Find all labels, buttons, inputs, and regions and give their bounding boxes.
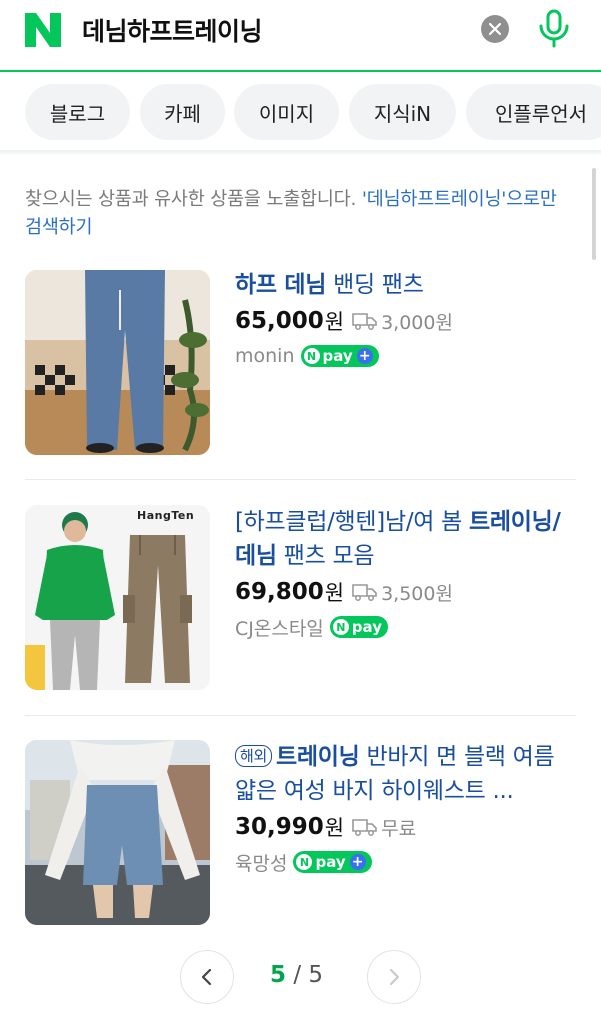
seller-name[interactable]: 육망성 [235, 849, 287, 876]
product-image[interactable] [25, 740, 210, 925]
currency-label: 원 [324, 310, 345, 334]
product-title[interactable]: 해외 트레이닝 반바지 면 블랙 여름 얇은 여성 바지 하이웨스트 ... [235, 740, 580, 808]
shipping-text: 3,000원 [381, 311, 453, 334]
search-tabs: 블로그 카페 이미지 지식iN 인플루언서 [0, 74, 601, 150]
product-image[interactable]: HangTen [25, 505, 210, 690]
next-page-button[interactable] [367, 950, 421, 1004]
title-highlight: 하프 데님 [235, 272, 327, 298]
truck-icon [352, 584, 377, 601]
truck-icon [352, 819, 377, 836]
shipping-fee: 무료 [352, 814, 416, 841]
product-item[interactable]: 해외 트레이닝 반바지 면 블랙 여름 얇은 여성 바지 하이웨스트 ... 30… [0, 738, 601, 928]
shipping-fee: 3,000원 [352, 308, 453, 335]
divider [25, 715, 576, 716]
npay-n-icon: N [332, 619, 349, 635]
npay-badge: Npay + [300, 345, 379, 367]
product-image[interactable] [25, 270, 210, 455]
chevron-right-icon [389, 968, 400, 986]
npay-label: pay [315, 853, 346, 871]
product-title[interactable]: [하프클럽/행텐]남/여 봄 트레이닝/데님 팬츠 모음 [235, 505, 580, 573]
price-row: 30,990 원 무료 [235, 810, 580, 844]
tab-image[interactable]: 이미지 [234, 84, 339, 140]
tab-blog[interactable]: 블로그 [25, 84, 130, 140]
npay-badge: Npay + [293, 851, 372, 873]
title-text: [하프클럽/행텐]남/여 봄 [235, 509, 470, 535]
page-separator: / [286, 962, 309, 988]
price-row: 65,000 원 3,000원 [235, 304, 580, 338]
search-query[interactable]: 데님하프트레이닝 [82, 12, 263, 48]
currency-label: 원 [324, 581, 345, 605]
microphone-icon[interactable] [537, 8, 571, 50]
naver-logo[interactable] [25, 13, 61, 47]
seller-name[interactable]: CJ온스타일 [235, 614, 324, 641]
product-price: 69,800 [235, 579, 324, 605]
npay-n-icon: N [303, 348, 320, 364]
npay-badge: Npay [329, 616, 388, 638]
seller-row: CJ온스타일 Npay [235, 611, 580, 643]
prev-page-button[interactable] [180, 950, 234, 1004]
product-info: 하프 데님 밴딩 팬츠 65,000 원 3,000원 monin Npay + [235, 268, 580, 372]
product-item[interactable]: HangTen [하프클럽/행텐]남/여 봄 트레이닝/데님 팬츠 모음 69,… [0, 503, 601, 693]
plus-icon: + [349, 854, 366, 870]
product-info: 해외 트레이닝 반바지 면 블랙 여름 얇은 여성 바지 하이웨스트 ... 30… [235, 740, 580, 878]
npay-label: pay [322, 347, 353, 365]
plus-icon: + [356, 348, 373, 364]
shipping-text: 무료 [381, 817, 417, 840]
seller-name[interactable]: monin [235, 345, 295, 367]
tabs-shadow [0, 150, 601, 156]
truck-icon [352, 313, 377, 330]
npay-label: pay [351, 618, 382, 636]
clear-search-button[interactable] [481, 15, 509, 43]
product-item[interactable]: 하프 데님 밴딩 팬츠 65,000 원 3,000원 monin Npay + [0, 268, 601, 458]
brand-logo: HangTen [137, 509, 195, 522]
title-text: 팬츠 모음 [276, 543, 375, 569]
shipping-text: 3,500원 [381, 582, 453, 605]
scrollbar[interactable] [592, 168, 596, 260]
close-icon [489, 23, 501, 35]
tab-kin[interactable]: 지식iN [349, 84, 456, 140]
chevron-left-icon [201, 968, 212, 986]
overseas-badge: 해외 [235, 745, 273, 767]
currency-label: 원 [324, 816, 345, 840]
seller-row: 육망성 Npay + [235, 846, 580, 878]
pagination: 5 / 5 [0, 948, 601, 1008]
product-price: 30,990 [235, 814, 324, 840]
price-row: 69,800 원 3,500원 [235, 575, 580, 609]
npay-n-icon: N [296, 854, 313, 870]
total-pages: 5 [308, 962, 324, 988]
shipping-fee: 3,500원 [352, 579, 453, 606]
page-indicator: 5 / 5 [270, 962, 323, 988]
product-info: [하프클럽/행텐]남/여 봄 트레이닝/데님 팬츠 모음 69,800 원 3,5… [235, 505, 580, 643]
title-text: 밴딩 팬츠 [326, 272, 424, 298]
tab-cafe[interactable]: 카페 [140, 84, 225, 140]
similar-products-notice: 찾으시는 상품과 유사한 상품을 노출합니다. '데님하프트레이닝'으로만 검색… [25, 186, 570, 242]
search-header: 데님하프트레이닝 [0, 0, 601, 72]
tab-influencer[interactable]: 인플루언서 [466, 84, 601, 140]
current-page: 5 [270, 962, 287, 988]
divider [25, 479, 576, 480]
product-title[interactable]: 하프 데님 밴딩 팬츠 [235, 268, 580, 302]
notice-text: 찾으시는 상품과 유사한 상품을 노출합니다. [25, 189, 362, 210]
title-highlight: 트레이닝 [276, 744, 360, 770]
seller-row: monin Npay + [235, 340, 580, 372]
product-price: 65,000 [235, 308, 324, 334]
